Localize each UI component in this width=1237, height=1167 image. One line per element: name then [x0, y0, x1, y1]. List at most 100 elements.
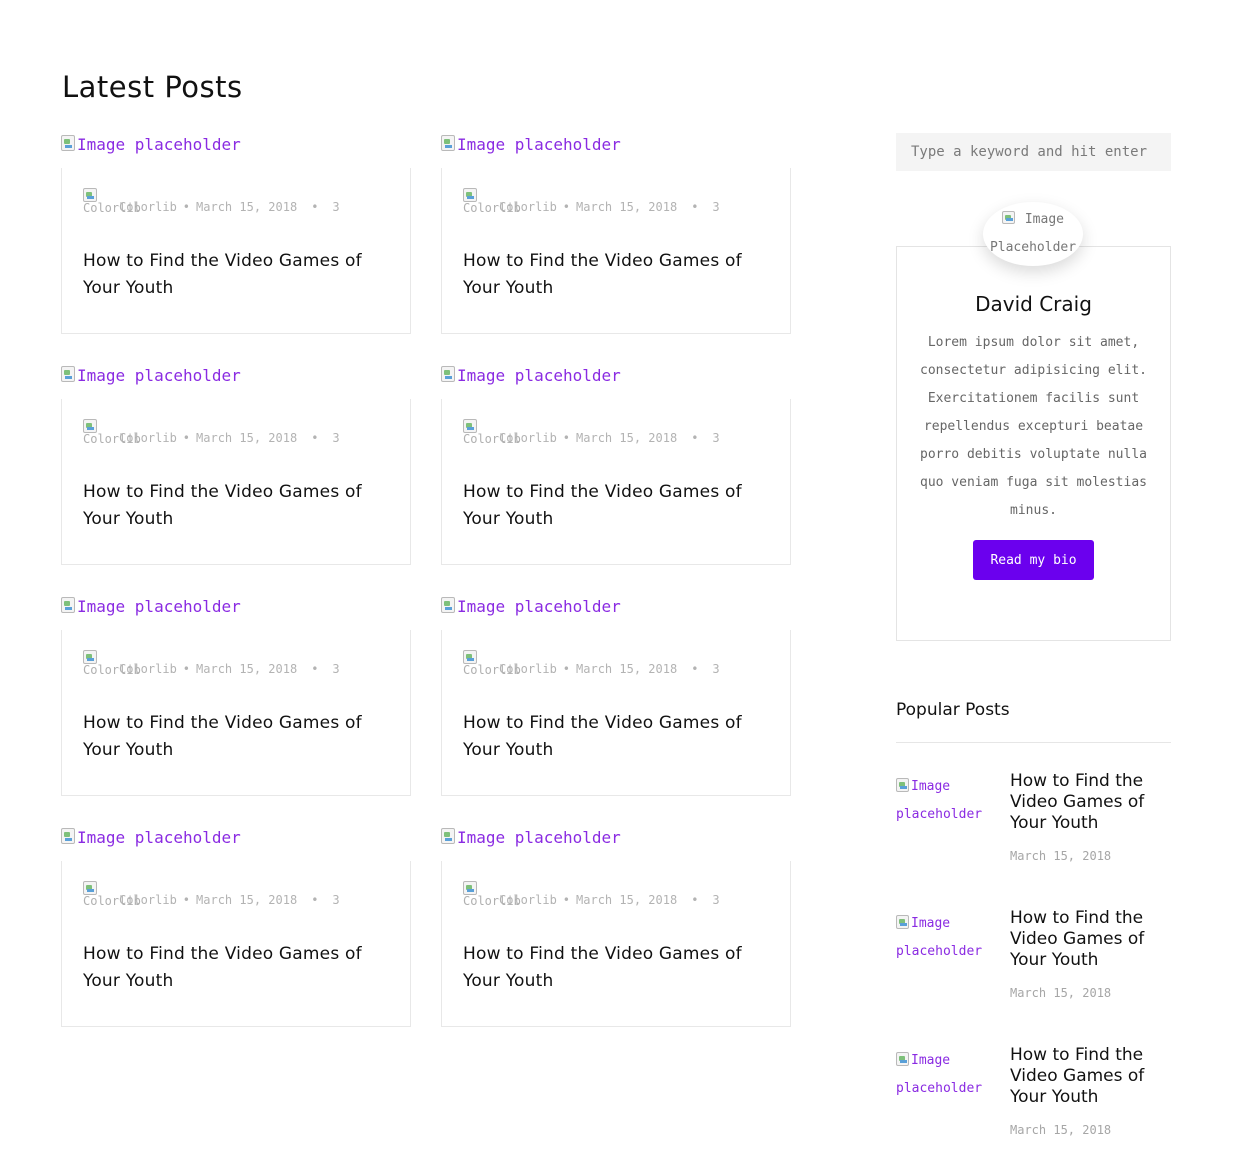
post-title[interactable]: How to Find the Video Games of Your Yout… [83, 248, 383, 302]
author-avatar: Colorlib [463, 650, 521, 684]
broken-image-icon [463, 419, 477, 433]
post-author: Colorlib [119, 893, 177, 907]
post-image-alt: Image placeholder [457, 597, 621, 616]
post-card-body: Colorlib Colorlib • March 15, 2018 • 3 How t… [61, 861, 411, 1027]
post-image-link[interactable]: Image placeholder [441, 828, 621, 862]
post-author: Colorlib [119, 200, 177, 214]
post-image-link[interactable]: Image placeholder [61, 597, 241, 631]
page-title: Latest Posts [62, 70, 243, 104]
post-author: Colorlib [499, 662, 557, 676]
post-author: Colorlib [499, 893, 557, 907]
post-image-alt: Image placeholder [77, 135, 241, 154]
popular-post-title[interactable]: How to Find the Video Games of Your Yout… [1010, 1045, 1160, 1108]
post-title[interactable]: How to Find the Video Games of Your Yout… [463, 479, 763, 533]
post-author: Colorlib [119, 431, 177, 445]
post-author: Colorlib [119, 662, 177, 676]
post-image-link[interactable]: Image placeholder [441, 366, 621, 400]
post-card-body: Colorlib Colorlib • March 15, 2018 • 3 How t… [61, 168, 411, 334]
post-title[interactable]: How to Find the Video Games of Your Yout… [83, 941, 383, 995]
broken-image-icon [83, 650, 97, 664]
post-card[interactable]: Image placeholder Colorlib Colorlib • Marc… [61, 597, 411, 797]
popular-post-date: March 15, 2018 [1010, 849, 1112, 863]
post-date: March 15, 2018 [576, 431, 678, 445]
post-card[interactable]: Image placeholder Colorlib Colorlib • Marc… [61, 828, 411, 1028]
post-comments-count: 3 [332, 893, 340, 907]
post-image-alt: Image placeholder [457, 366, 621, 385]
meta-separator: • [691, 200, 699, 214]
post-image-alt: Image placeholder [77, 597, 241, 616]
post-meta: Colorlib • March 15, 2018 • 3 [499, 431, 720, 445]
post-image-alt: Image placeholder [77, 828, 241, 847]
post-image-alt: Image placeholder [457, 828, 621, 847]
popular-post-item[interactable]: Image placeholder How to Find the Video … [896, 908, 1171, 1030]
meta-separator: • [311, 431, 319, 445]
broken-image-icon [441, 828, 455, 844]
popular-post-image-link[interactable]: Image placeholder [896, 773, 996, 829]
post-date: March 15, 2018 [576, 893, 678, 907]
post-card[interactable]: Image placeholder Colorlib Colorlib • Marc… [61, 135, 411, 335]
post-date: March 15, 2018 [196, 200, 298, 214]
broken-image-icon [1002, 211, 1016, 224]
broken-image-icon [896, 778, 909, 792]
post-card-body: Colorlib Colorlib • March 15, 2018 • 3 How t… [61, 630, 411, 796]
post-image-link[interactable]: Image placeholder [61, 366, 241, 400]
post-image-alt: Image placeholder [77, 366, 241, 385]
meta-separator: • [691, 662, 699, 676]
post-image-link[interactable]: Image placeholder [441, 135, 621, 169]
post-card[interactable]: Image placeholder Colorlib Colorlib • Marc… [61, 366, 411, 566]
meta-separator: • [182, 200, 191, 214]
post-card[interactable]: Image placeholder Colorlib Colorlib • Marc… [441, 597, 791, 797]
post-date: March 15, 2018 [576, 200, 678, 214]
broken-image-icon [83, 188, 97, 202]
popular-post-item[interactable]: Image placeholder How to Find the Video … [896, 1045, 1171, 1167]
bio-text: Lorem ipsum dolor sit amet, consectetur … [920, 335, 1147, 518]
post-card[interactable]: Image placeholder Colorlib Colorlib • Marc… [441, 135, 791, 335]
popular-post-title[interactable]: How to Find the Video Games of Your Yout… [1010, 908, 1160, 971]
broken-image-icon [441, 366, 455, 382]
post-meta: Colorlib • March 15, 2018 • 3 [119, 893, 340, 907]
popular-post-item[interactable]: Image placeholder How to Find the Video … [896, 771, 1171, 893]
broken-image-icon [896, 915, 909, 929]
post-image-link[interactable]: Image placeholder [61, 828, 241, 862]
post-date: March 15, 2018 [196, 431, 298, 445]
post-title[interactable]: How to Find the Video Games of Your Yout… [83, 479, 383, 533]
post-meta: Colorlib • March 15, 2018 • 3 [499, 893, 720, 907]
popular-post-title[interactable]: How to Find the Video Games of Your Yout… [1010, 771, 1160, 834]
post-title[interactable]: How to Find the Video Games of Your Yout… [83, 710, 383, 764]
meta-separator: • [311, 200, 319, 214]
broken-image-icon [441, 597, 455, 613]
meta-separator: • [562, 662, 571, 676]
broken-image-icon [463, 188, 477, 202]
post-comments-count: 3 [712, 893, 720, 907]
popular-post-image-link[interactable]: Image placeholder [896, 910, 996, 966]
post-card-body: Colorlib Colorlib • March 15, 2018 • 3 How t… [61, 399, 411, 565]
post-card-body: Colorlib Colorlib • March 15, 2018 • 3 How t… [441, 861, 791, 1027]
popular-post-image-link[interactable]: Image placeholder [896, 1047, 996, 1103]
post-title[interactable]: How to Find the Video Games of Your Yout… [463, 710, 763, 764]
author-avatar: Colorlib [463, 188, 521, 222]
post-card-body: Colorlib Colorlib • March 15, 2018 • 3 How t… [441, 168, 791, 334]
meta-separator: • [182, 431, 191, 445]
author-avatar: Colorlib [83, 650, 141, 684]
broken-image-icon [61, 366, 75, 382]
bio-name: David Craig [975, 292, 1092, 316]
post-title[interactable]: How to Find the Video Games of Your Yout… [463, 941, 763, 995]
post-author: Colorlib [499, 431, 557, 445]
post-title[interactable]: How to Find the Video Games of Your Yout… [463, 248, 763, 302]
author-avatar: Colorlib [463, 881, 521, 915]
meta-separator: • [691, 431, 699, 445]
post-date: March 15, 2018 [196, 893, 298, 907]
meta-separator: • [182, 893, 191, 907]
broken-image-icon [83, 881, 97, 895]
post-card[interactable]: Image placeholder Colorlib Colorlib • Marc… [441, 828, 791, 1028]
broken-image-icon [463, 881, 477, 895]
post-image-link[interactable]: Image placeholder [61, 135, 241, 169]
search-input[interactable] [896, 133, 1171, 171]
read-bio-button[interactable]: Read my bio [973, 540, 1094, 580]
meta-separator: • [691, 893, 699, 907]
post-image-link[interactable]: Image placeholder [441, 597, 621, 631]
post-card[interactable]: Image placeholder Colorlib Colorlib • Marc… [441, 366, 791, 566]
broken-image-icon [463, 650, 477, 664]
author-avatar: Colorlib [83, 419, 141, 453]
broken-image-icon [441, 135, 455, 151]
